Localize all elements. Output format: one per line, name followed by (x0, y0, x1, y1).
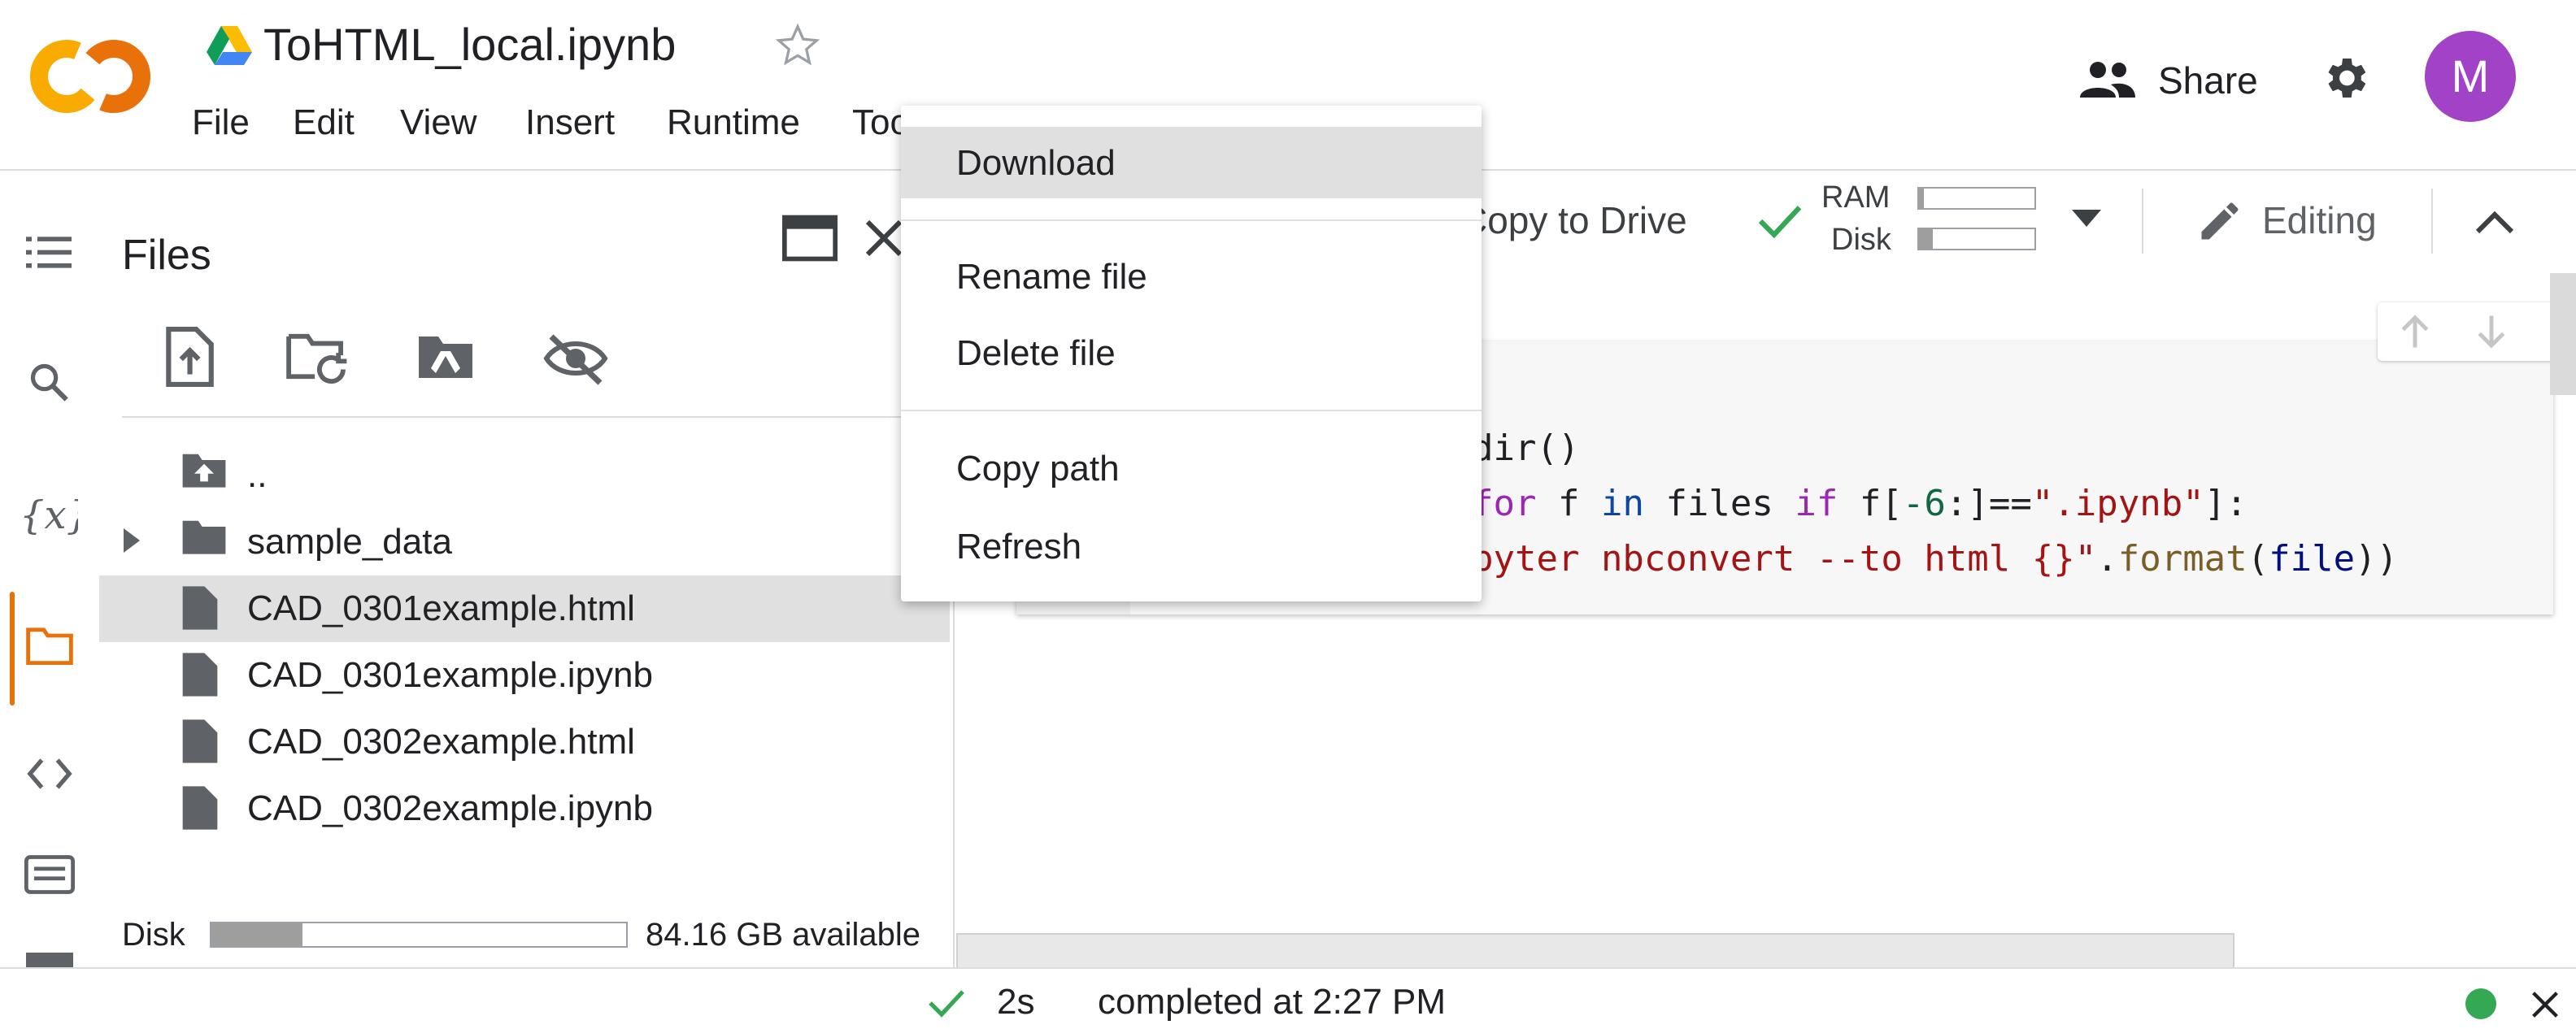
share-button[interactable]: Share (2158, 59, 2258, 102)
menu-divider (901, 219, 1482, 221)
caret-down-icon[interactable] (2072, 210, 2101, 229)
menu-item-rename-file[interactable]: Rename file (901, 241, 1482, 312)
list-item-file[interactable]: CAD_0302example.html (99, 709, 950, 775)
menu-divider (901, 410, 1482, 411)
list-item-folder[interactable]: sample_data (99, 509, 950, 575)
code-line-2[interactable]: for f in files if f[-6:]==".ipynb"]: (1472, 483, 2247, 524)
vertical-scrollbar[interactable] (2550, 273, 2576, 395)
ram-label: RAM (1821, 180, 1891, 215)
close-icon[interactable] (2530, 990, 2560, 1019)
svg-text:{x}: {x} (20, 493, 78, 538)
copy-to-drive-button[interactable]: Copy to Drive (1460, 198, 1687, 242)
menu-item-download[interactable]: Download (901, 127, 1482, 198)
checkmark-icon (1758, 206, 1802, 239)
open-in-tab-icon[interactable] (782, 215, 838, 262)
file-name: CAD_0302example.ipynb (247, 788, 653, 828)
gear-icon[interactable] (2319, 52, 2371, 104)
avatar[interactable]: M (2425, 31, 2516, 122)
disk-usage-bar (1917, 228, 2036, 250)
files-toolbar-divider (122, 416, 950, 418)
files-panel-title: Files (122, 232, 211, 279)
menu-runtime[interactable]: Runtime (667, 102, 800, 143)
file-name: CAD_0301example.ipynb (247, 655, 653, 695)
table-of-contents-icon[interactable] (26, 232, 72, 271)
file-name: .. (247, 455, 268, 495)
close-icon[interactable] (864, 218, 904, 258)
disk-available-text: 84.16 GB available (646, 917, 921, 953)
refresh-folder-icon[interactable] (286, 332, 348, 384)
toolbar-divider (2431, 189, 2433, 254)
horizontal-scrollbar[interactable] (956, 933, 2234, 969)
editing-mode-button[interactable]: Editing (2262, 198, 2377, 242)
hide-hidden-files-icon[interactable] (543, 332, 608, 385)
file-name: CAD_0301example.html (247, 588, 635, 628)
disk-usage-fill (211, 923, 303, 946)
move-down-icon[interactable] (2475, 314, 2508, 350)
disk-usage-label: Disk (122, 917, 185, 953)
command-palette-icon[interactable] (24, 855, 75, 894)
menu-view[interactable]: View (400, 102, 477, 143)
ram-usage-fill (1919, 189, 1924, 208)
pencil-icon[interactable] (2195, 197, 2244, 245)
colab-logo[interactable] (29, 37, 151, 115)
parent-folder-icon (182, 454, 226, 488)
disk-label: Disk (1831, 223, 1891, 257)
chevron-up-icon[interactable] (2475, 210, 2514, 234)
list-item-file[interactable]: CAD_0302example.ipynb (99, 775, 950, 842)
list-item-parent[interactable]: .. (99, 442, 950, 509)
notebook-title[interactable]: ToHTML_local.ipynb (263, 18, 676, 71)
menu-item-copy-path[interactable]: Copy path (901, 432, 1482, 504)
file-name: sample_data (247, 522, 452, 562)
ram-usage-bar (1917, 187, 2036, 210)
connection-status-icon[interactable] (2465, 988, 2496, 1019)
file-icon (182, 786, 218, 830)
terminal-icon[interactable] (26, 953, 73, 967)
code-line-1[interactable]: dir() (1472, 428, 1579, 469)
upload-file-icon[interactable] (163, 327, 215, 387)
folder-icon[interactable] (26, 626, 73, 665)
toolbar-divider (2142, 189, 2143, 254)
move-up-icon[interactable] (2399, 314, 2431, 350)
menu-item-refresh[interactable]: Refresh (901, 510, 1482, 582)
file-icon (182, 586, 218, 630)
file-context-menu: Download Rename file Delete file Copy pa… (901, 106, 1482, 601)
active-tab-indicator (10, 592, 15, 706)
file-icon (182, 719, 218, 763)
file-icon (182, 653, 218, 697)
people-icon[interactable] (2078, 59, 2137, 98)
checkmark-icon (929, 990, 964, 1018)
menu-file[interactable]: File (192, 102, 250, 143)
execution-status-text: completed at 2:27 PM (1098, 982, 1447, 1022)
file-name: CAD_0302example.html (247, 722, 635, 762)
google-drive-icon[interactable] (207, 24, 252, 65)
expand-arrow-icon[interactable] (124, 528, 140, 553)
list-item-file[interactable]: CAD_0301example.ipynb (99, 642, 950, 709)
disk-usage-bar (210, 922, 628, 948)
star-icon[interactable] (774, 23, 821, 68)
cell-toolbar (2378, 302, 2556, 361)
search-icon[interactable] (28, 361, 70, 403)
menu-item-delete-file[interactable]: Delete file (901, 317, 1482, 389)
code-snippets-icon[interactable] (26, 756, 73, 792)
code-line-3[interactable]: pyter nbconvert --to html {}".format(fil… (1472, 538, 2398, 580)
menu-insert[interactable]: Insert (525, 102, 615, 143)
variables-icon[interactable]: {x} (20, 489, 78, 541)
mount-drive-icon[interactable] (416, 332, 475, 380)
folder-icon (182, 520, 226, 554)
menu-edit[interactable]: Edit (293, 102, 355, 143)
list-item-file-selected[interactable]: CAD_0301example.html (99, 575, 950, 642)
execution-duration: 2s (997, 982, 1035, 1022)
disk-usage-fill (1919, 229, 1934, 249)
